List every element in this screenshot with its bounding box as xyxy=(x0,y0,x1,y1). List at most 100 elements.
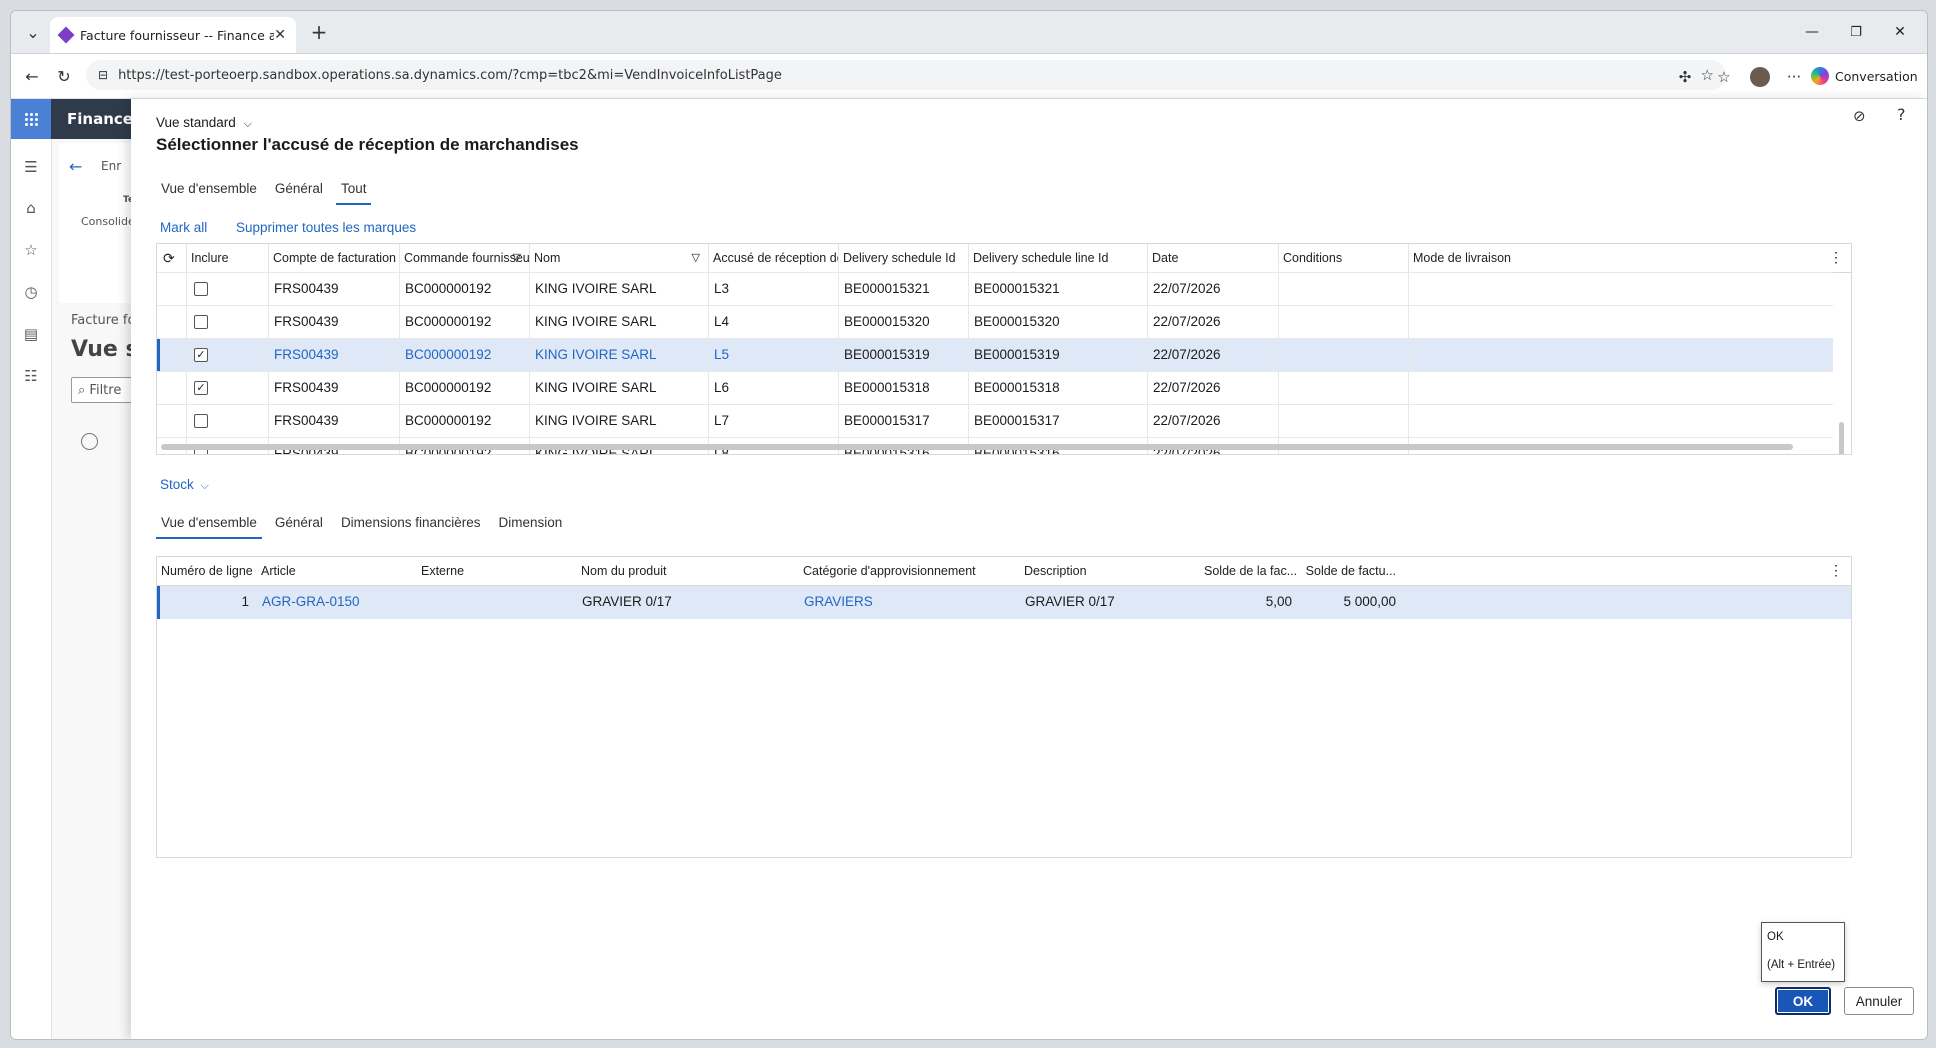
include-checkbox[interactable]: ✓ xyxy=(194,348,208,362)
row-selector[interactable] xyxy=(157,405,187,437)
favorites-star-icon[interactable]: ☆ xyxy=(20,239,42,261)
stock-section-toggle[interactable]: Stock ⌵ xyxy=(160,477,209,493)
browser-window: ⌄ Facture fournisseur -- Finance and ✕ +… xyxy=(10,10,1928,1040)
cell-line: BE000015321 xyxy=(969,273,1148,305)
stock-label: Stock xyxy=(160,477,194,492)
cell-conditions xyxy=(1279,273,1409,305)
include-checkbox[interactable]: ✓ xyxy=(194,381,208,395)
cell-account[interactable]: FRS00439 xyxy=(269,339,400,371)
table-row[interactable]: FRS00439 BC000000192 KING IVOIRE SARL L4 BE0… xyxy=(157,306,1833,339)
chevron-down-icon: ⌵ xyxy=(200,480,209,492)
more-options-icon[interactable]: ··· xyxy=(1783,66,1805,88)
table-row[interactable]: FRS00439 BC000000192 KING IVOIRE SARL L7 BE0… xyxy=(157,405,1833,438)
app-launcher-waffle-icon[interactable] xyxy=(11,99,51,139)
row-selector[interactable] xyxy=(157,372,187,404)
col-description[interactable]: Description xyxy=(1020,557,1200,585)
tab-general[interactable]: Général xyxy=(266,177,332,203)
favorite-star-icon[interactable]: ☆ xyxy=(1701,66,1714,84)
dialog-title: Sélectionner l'accusé de réception de ma… xyxy=(156,135,579,154)
vertical-scrollbar[interactable] xyxy=(1839,422,1844,454)
grid-options-icon[interactable]: ⋮ xyxy=(1829,562,1843,579)
cell-order: BC000000192 xyxy=(400,263,530,272)
tab-lines-overview[interactable]: Vue d'ensemble xyxy=(152,511,266,539)
cell-name[interactable]: KING IVOIRE SARL xyxy=(530,339,709,371)
copilot-sidecar-icon[interactable]: ⊘ xyxy=(1853,107,1866,125)
cell-receipt: L3 xyxy=(709,273,839,305)
browser-tab-active[interactable]: Facture fournisseur -- Finance and ✕ xyxy=(50,17,296,53)
cell-product-name: GRAVIER 0/17 xyxy=(582,594,672,609)
restore-icon[interactable]: ❐ xyxy=(1843,21,1869,43)
tab-actions-chevron-icon[interactable]: ⌄ xyxy=(19,18,47,46)
horizontal-scrollbar[interactable] xyxy=(161,444,1793,450)
row-selector[interactable] xyxy=(157,339,187,371)
tooltip-title: OK xyxy=(1767,931,1784,943)
hamburger-menu-icon[interactable]: ☰ xyxy=(20,156,42,178)
include-checkbox[interactable] xyxy=(194,315,208,329)
home-icon[interactable]: ⌂ xyxy=(20,197,42,219)
cell-sched: BE000015301 xyxy=(839,263,969,272)
tab-overview[interactable]: Vue d'ensemble xyxy=(152,177,266,203)
col-invoice-qty[interactable]: Solde de la fac... xyxy=(1200,557,1300,585)
new-tab-plus-icon[interactable]: + xyxy=(305,18,333,46)
tab-lines-general[interactable]: Général xyxy=(266,511,332,537)
cell-order[interactable]: BC000000192 xyxy=(400,339,530,371)
row-selector[interactable] xyxy=(157,306,187,338)
col-procurement-category[interactable]: Catégorie d'approvisionnement xyxy=(799,557,1020,585)
row-selector[interactable] xyxy=(157,273,187,305)
cancel-button[interactable]: Annuler xyxy=(1844,987,1914,1015)
table-row-partial[interactable]: FRS00439 BC000000192 KING IVOIRE SARL L2… xyxy=(157,263,1833,273)
cell-delivery-mode xyxy=(1409,405,1833,437)
table-row[interactable]: ✓ FRS00439 BC000000192 KING IVOIRE SARL L6 BE… xyxy=(157,372,1833,405)
site-info-icon[interactable]: ⊟ xyxy=(98,68,108,82)
view-selector[interactable]: Vue standard ⌵ xyxy=(156,115,252,131)
include-checkbox[interactable] xyxy=(194,414,208,428)
tab-dimension[interactable]: Dimension xyxy=(490,511,572,537)
ok-button[interactable]: OK xyxy=(1775,987,1831,1015)
table-row[interactable]: 1 AGR-GRA-0150 GRAVIER 0/17 GRAVIERS GRA… xyxy=(157,586,1851,619)
workspaces-icon[interactable]: ▤ xyxy=(20,323,42,345)
url-input[interactable]: ⊟ https://test-porteoerp.sandbox.operati… xyxy=(86,60,1726,90)
table-row[interactable]: ✓ FRS00439 BC000000192 KING IVOIRE SARL L5 BE… xyxy=(157,339,1833,372)
col-product-name[interactable]: Nom du produit xyxy=(577,557,799,585)
cell-account: FRS00439 xyxy=(269,405,400,437)
col-article[interactable]: Article xyxy=(257,557,417,585)
cell-article-link[interactable]: AGR-GRA-0150 xyxy=(257,586,417,618)
cell-category-link[interactable]: GRAVIERS xyxy=(799,586,1020,618)
include-checkbox[interactable] xyxy=(194,282,208,296)
background-save-label[interactable]: Enr xyxy=(101,159,121,173)
refresh-icon[interactable]: ↻ xyxy=(51,63,77,89)
cell-invoice-qty: 5,00 xyxy=(1265,594,1292,609)
help-icon[interactable]: ? xyxy=(1897,105,1906,124)
cell-name: KING IVOIRE SARL xyxy=(530,405,709,437)
tab-all[interactable]: Tout xyxy=(332,177,376,205)
cell-receipt: L6 xyxy=(709,372,839,404)
cell-receipt[interactable]: L5 xyxy=(709,339,839,371)
d365-app: ☰ ⌂ ☆ ◷ ▤ ☷ Finance and ← Enr Teni Conso… xyxy=(11,99,1927,1039)
back-arrow-icon[interactable]: ← xyxy=(19,63,45,89)
tab-financial-dimensions[interactable]: Dimensions financières xyxy=(332,511,490,537)
background-back-icon[interactable]: ← xyxy=(69,157,82,176)
minimize-icon[interactable]: — xyxy=(1799,21,1825,43)
close-tab-icon[interactable]: ✕ xyxy=(274,27,286,43)
cell-sched: BE000015319 xyxy=(839,339,969,371)
col-invoice-amount[interactable]: Solde de factu... xyxy=(1300,557,1400,585)
cell-line: BE000015318 xyxy=(969,372,1148,404)
cell-conditions xyxy=(1279,306,1409,338)
close-window-icon[interactable]: ✕ xyxy=(1887,21,1913,43)
cell-conditions xyxy=(1279,372,1409,404)
extensions-puzzle-icon[interactable]: ✣ xyxy=(1674,66,1696,88)
table-row[interactable]: FRS00439 BC000000192 KING IVOIRE SARL L3 BE0… xyxy=(157,273,1833,306)
mark-all-button[interactable]: Mark all xyxy=(160,220,207,235)
navigation-rail: ☰ ⌂ ☆ ◷ ▤ ☷ xyxy=(11,99,52,1039)
copilot-conversation-button[interactable]: Conversation xyxy=(1811,62,1918,90)
modules-list-icon[interactable]: ☷ xyxy=(20,365,42,387)
background-radio[interactable] xyxy=(81,433,98,450)
favorites-icon[interactable]: ☆ xyxy=(1713,66,1735,88)
profile-avatar-icon[interactable] xyxy=(1749,66,1771,88)
unmark-all-button[interactable]: Supprimer toutes les marques xyxy=(236,220,416,235)
recent-clock-icon[interactable]: ◷ xyxy=(20,281,42,303)
cell-order: BC000000192 xyxy=(400,405,530,437)
cell-delivery-mode xyxy=(1409,273,1833,305)
col-line-number[interactable]: Numéro de ligne xyxy=(157,557,257,585)
col-external[interactable]: Externe xyxy=(417,557,577,585)
